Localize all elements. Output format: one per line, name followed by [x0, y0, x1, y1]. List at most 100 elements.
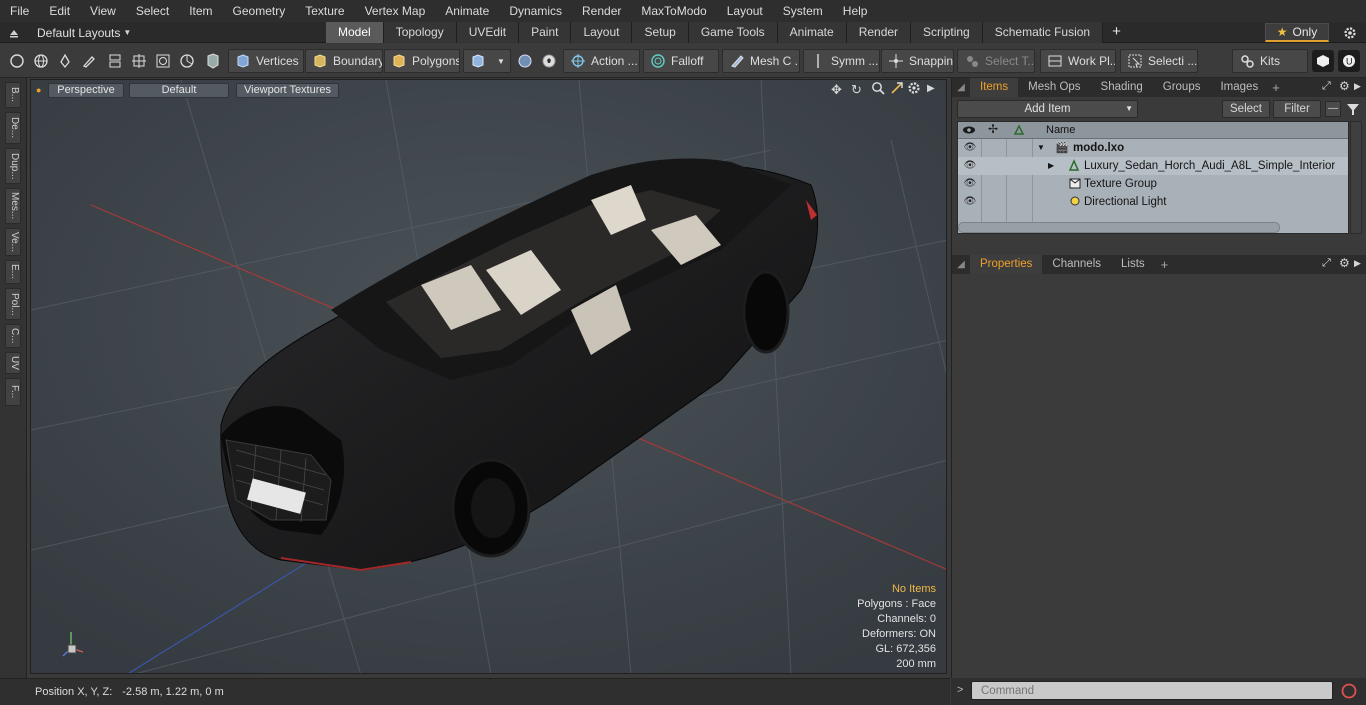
- zoom-view-icon[interactable]: [871, 81, 885, 98]
- default-shading-button[interactable]: Default: [129, 83, 229, 98]
- mesh-constraint-button[interactable]: Mesh C ...: [722, 49, 800, 73]
- perspective-button[interactable]: Perspective: [48, 83, 124, 98]
- tab-model[interactable]: Model: [326, 22, 384, 43]
- viewport-menu-dot-icon[interactable]: ●: [36, 85, 41, 95]
- viewport-gear-icon[interactable]: [907, 81, 921, 98]
- panel-menu-icon[interactable]: ◢: [952, 82, 970, 93]
- menu-view[interactable]: View: [80, 0, 126, 22]
- tree-row-texture-group[interactable]: 👁 Texture Group: [958, 175, 1348, 193]
- tab-layout[interactable]: Layout: [571, 22, 633, 43]
- select-button[interactable]: Select: [1222, 100, 1270, 118]
- soccer-ball-icon[interactable]: [538, 50, 560, 72]
- tab-setup[interactable]: Setup: [632, 22, 689, 43]
- selection-sets-button[interactable]: Selecti ...: [1120, 49, 1198, 73]
- menu-file[interactable]: File: [0, 0, 39, 22]
- menu-layout[interactable]: Layout: [717, 0, 773, 22]
- left-tab-deform[interactable]: De...: [5, 112, 21, 144]
- menu-system[interactable]: System: [773, 0, 833, 22]
- panel-maximize-icon[interactable]: ⤢: [1322, 80, 1331, 93]
- boundary-button[interactable]: Boundary: [305, 49, 383, 73]
- brush-icon[interactable]: [78, 50, 100, 72]
- rotate-view-icon[interactable]: ↻: [851, 82, 862, 98]
- tab-animate[interactable]: Animate: [777, 22, 847, 43]
- name-column-header[interactable]: Name: [1046, 124, 1075, 136]
- tab-uvedit[interactable]: UVEdit: [456, 22, 520, 43]
- add-item-button[interactable]: Add Item ▼: [957, 100, 1138, 118]
- select-through-button[interactable]: Select T...: [957, 49, 1035, 73]
- left-tab-vertex[interactable]: Ve...: [5, 228, 21, 256]
- tab-render[interactable]: Render: [846, 22, 912, 43]
- move-view-icon[interactable]: ✥: [831, 82, 842, 98]
- unity-icon[interactable]: [1312, 50, 1334, 72]
- vertical-scrollbar[interactable]: [1350, 121, 1362, 234]
- panel-gear-icon[interactable]: ⚙: [1339, 256, 1350, 270]
- left-tab-basic[interactable]: B...: [5, 82, 21, 108]
- 3d-viewport[interactable]: ● Perspective Default Viewport Textures …: [30, 79, 947, 674]
- left-tab-mesh-edit[interactable]: Mes...: [5, 188, 21, 224]
- horizontal-scrollbar[interactable]: [958, 222, 1280, 233]
- expand-closed-icon[interactable]: ▶: [1048, 157, 1054, 175]
- symmetry-button[interactable]: Symm ...: [803, 49, 880, 73]
- left-tab-curve[interactable]: C...: [5, 324, 21, 348]
- menu-animate[interactable]: Animate: [435, 0, 499, 22]
- kits-button[interactable]: Kits: [1232, 49, 1308, 73]
- funnel-icon[interactable]: [1345, 101, 1361, 120]
- tab-scripting[interactable]: Scripting: [911, 22, 983, 43]
- tab-images[interactable]: Images: [1210, 78, 1268, 97]
- panel-arrow-icon[interactable]: ▶: [1354, 258, 1361, 269]
- tab-paint[interactable]: Paint: [519, 22, 572, 43]
- command-input[interactable]: [971, 681, 1333, 700]
- add-tab-icon[interactable]: +: [1103, 22, 1130, 43]
- tree-row-scene[interactable]: 👁 ▼ 🎬 modo.lxo: [958, 139, 1348, 157]
- circle-select-icon[interactable]: [6, 50, 28, 72]
- record-icon[interactable]: [1340, 682, 1358, 703]
- align-icon[interactable]: [104, 50, 126, 72]
- tree-row-light[interactable]: 👁 Directional Light: [958, 193, 1348, 211]
- layouts-dropdown[interactable]: Default Layouts ▼: [0, 22, 131, 43]
- left-tab-polygon[interactable]: Pol...: [5, 288, 21, 320]
- type-column-icon[interactable]: [1012, 123, 1026, 140]
- work-plane-button[interactable]: Work Pl...: [1040, 49, 1116, 73]
- maximize-view-icon[interactable]: [890, 81, 904, 98]
- menu-render[interactable]: Render: [572, 0, 631, 22]
- add-panel-tab-icon[interactable]: +: [1155, 257, 1175, 272]
- lock-column-icon[interactable]: ✢: [988, 122, 998, 136]
- tab-mesh-ops[interactable]: Mesh Ops: [1018, 78, 1090, 97]
- left-tab-fusion[interactable]: F...: [5, 378, 21, 406]
- action-center-button[interactable]: Action ...: [563, 49, 640, 73]
- tab-game-tools[interactable]: Game Tools: [688, 22, 778, 43]
- frame-icon[interactable]: [152, 50, 174, 72]
- tab-channels[interactable]: Channels: [1042, 255, 1111, 274]
- center-icon[interactable]: [128, 50, 150, 72]
- menu-select[interactable]: Select: [126, 0, 179, 22]
- polygons-button[interactable]: Polygons: [384, 49, 460, 73]
- add-panel-tab-icon[interactable]: +: [1268, 80, 1284, 95]
- left-tab-uv[interactable]: UV: [5, 352, 21, 374]
- gear-icon[interactable]: [1338, 23, 1362, 42]
- eye-icon[interactable]: 👁: [962, 139, 978, 157]
- shield-icon[interactable]: [202, 50, 224, 72]
- item-mode-dropdown[interactable]: ▼: [463, 49, 511, 73]
- panel-menu-icon[interactable]: ◢: [952, 259, 970, 270]
- globe-icon[interactable]: [30, 50, 52, 72]
- panel-arrow-icon[interactable]: ▶: [1354, 81, 1361, 92]
- viewport-textures-button[interactable]: Viewport Textures: [236, 83, 339, 98]
- vertices-button[interactable]: Vertices: [228, 49, 304, 73]
- menu-help[interactable]: Help: [833, 0, 878, 22]
- tab-topology[interactable]: Topology: [383, 22, 457, 43]
- panel-maximize-icon[interactable]: ⤢: [1322, 257, 1331, 270]
- falloff-button[interactable]: Falloff: [643, 49, 719, 73]
- tree-row-mesh[interactable]: 👁 ▶ Luxury_Sedan_Horch_Audi_A8L_Simple_I…: [958, 157, 1348, 175]
- expand-open-icon[interactable]: ▼: [1037, 139, 1045, 157]
- pie-icon[interactable]: [176, 50, 198, 72]
- visibility-column-icon[interactable]: [962, 123, 976, 140]
- tab-properties[interactable]: Properties: [970, 255, 1043, 274]
- menu-texture[interactable]: Texture: [295, 0, 354, 22]
- eye-icon[interactable]: 👁: [962, 175, 978, 193]
- menu-maxtomodo[interactable]: MaxToModo: [631, 0, 716, 22]
- snap-sphere-icon[interactable]: [514, 50, 536, 72]
- eye-icon[interactable]: 👁: [962, 193, 978, 211]
- eye-icon[interactable]: 👁: [962, 157, 978, 175]
- tab-items[interactable]: Items: [970, 78, 1019, 97]
- panel-gear-icon[interactable]: ⚙: [1339, 79, 1350, 93]
